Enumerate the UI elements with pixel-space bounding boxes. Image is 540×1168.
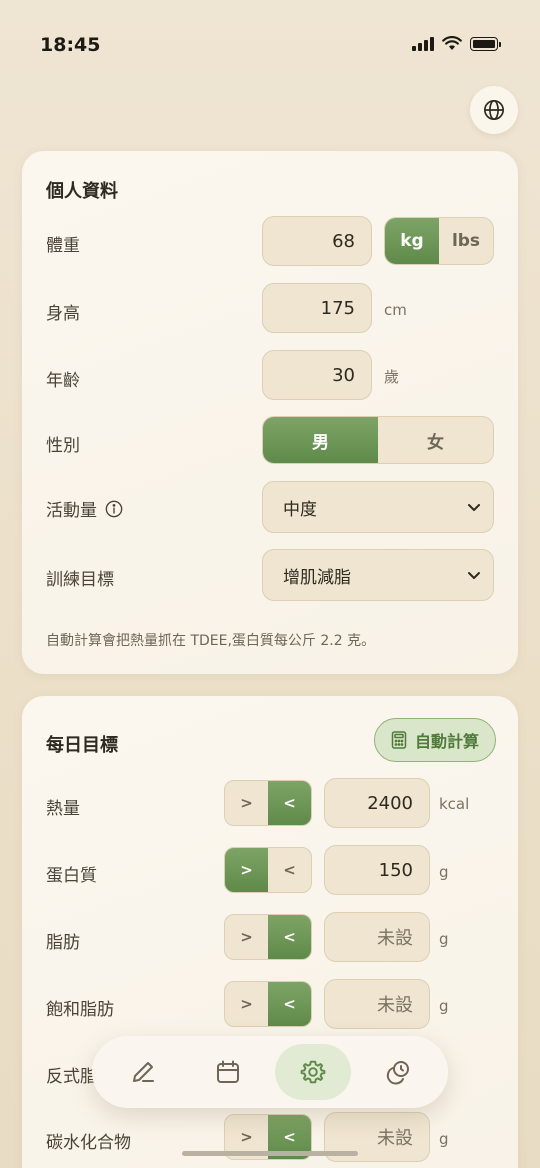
activity-select[interactable]: 中度 [262,481,494,533]
saturated-fat-label: 飽和脂肪 [46,1000,114,1020]
wifi-icon [442,36,462,50]
tab-log[interactable] [105,1044,181,1100]
saturated-fat-unit: g [439,997,449,1015]
protein-input[interactable]: 150 [324,845,430,895]
daily-goals-title: 每日目標 [46,735,118,756]
tab-calendar[interactable] [190,1044,266,1100]
calories-input[interactable]: 2400 [324,778,430,828]
goal-select[interactable]: 增肌減脂 [262,549,494,601]
fat-input[interactable]: 未設 [324,912,430,962]
unit-kg-option[interactable]: kg [385,218,439,264]
height-label: 身高 [46,304,80,324]
calculator-icon [391,731,407,749]
profile-card: 個人資料 體重 68 kg lbs 身高 175 cm 年齡 30 歲 性別 男… [22,151,518,674]
battery-icon [470,36,501,51]
weight-label: 體重 [46,236,80,256]
height-unit: cm [384,301,407,319]
compare-gt-option[interactable]: > [225,982,268,1026]
carbs-unit: g [439,1130,449,1148]
compare-lt-option[interactable]: < [268,781,311,825]
tab-bar [92,1036,448,1108]
status-bar: 18:45 [0,0,540,90]
language-button[interactable] [470,86,518,134]
protein-unit: g [439,863,449,881]
compare-gt-option[interactable]: > [225,848,268,892]
activity-value: 中度 [283,499,317,520]
trans-fat-label: 反式脂 [46,1067,97,1087]
age-label: 年齡 [46,371,80,391]
chevron-down-icon [468,572,480,579]
compare-lt-option[interactable]: < [268,982,311,1026]
weight-unit-toggle: kg lbs [384,217,494,265]
protein-label: 蛋白質 [46,866,97,886]
signal-icon [412,36,434,51]
status-time: 18:45 [40,34,101,56]
tab-settings[interactable] [274,1044,351,1100]
info-icon[interactable] [105,500,123,518]
globe-icon [484,100,504,120]
calendar-icon [216,1060,239,1083]
carbs-label: 碳水化合物 [46,1133,131,1153]
tab-history[interactable] [360,1044,436,1100]
fat-unit: g [439,930,449,948]
age-unit: 歲 [384,368,400,386]
height-input[interactable]: 175 [262,283,372,333]
activity-label-row: 活動量 [46,496,123,521]
profile-title: 個人資料 [46,181,118,202]
home-indicator [182,1151,358,1156]
compare-gt-option[interactable]: > [225,781,268,825]
fat-compare-toggle: > < [224,914,312,960]
goal-label: 訓練目標 [46,570,114,590]
gender-label: 性別 [46,436,80,456]
auto-calculate-button[interactable]: 自動計算 [373,718,496,762]
compare-gt-option[interactable]: > [225,915,268,959]
compare-lt-option[interactable]: < [268,848,311,892]
activity-label: 活動量 [46,501,97,521]
auto-calc-hint: 自動計算會把熱量抓在 TDEE,蛋白質每公斤 2.2 克。 [46,633,376,649]
saturated-fat-compare-toggle: > < [224,981,312,1027]
unit-lbs-option[interactable]: lbs [439,218,493,264]
goal-value: 增肌減脂 [283,567,351,588]
history-icon [386,1061,409,1085]
fat-label: 脂肪 [46,933,80,953]
protein-compare-toggle: > < [224,847,312,893]
saturated-fat-input[interactable]: 未設 [324,979,430,1029]
weight-input[interactable]: 68 [262,216,372,266]
chevron-down-icon [468,504,480,511]
compare-lt-option[interactable]: < [268,915,311,959]
calories-unit: kcal [439,795,470,813]
gear-icon [300,1060,325,1084]
gender-female-option[interactable]: 女 [378,417,493,463]
auto-calculate-label: 自動計算 [414,732,479,751]
calories-compare-toggle: > < [224,780,312,826]
gender-male-option[interactable]: 男 [263,417,378,463]
pencil-icon [132,1062,154,1082]
status-icons [412,36,501,51]
gender-toggle: 男 女 [262,416,494,464]
calories-label: 熱量 [46,799,80,819]
age-input[interactable]: 30 [262,350,372,400]
